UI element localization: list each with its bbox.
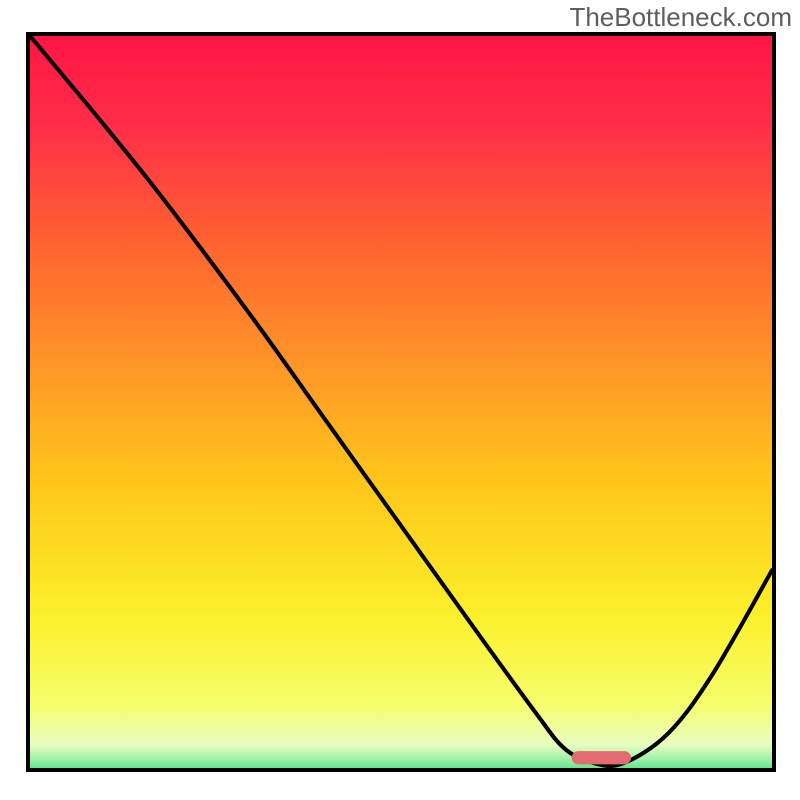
chart-container: TheBottleneck.com: [0, 0, 800, 800]
optimal-range-marker: [30, 36, 772, 768]
watermark-text: TheBottleneck.com: [569, 2, 792, 33]
plot-area: [26, 32, 776, 772]
